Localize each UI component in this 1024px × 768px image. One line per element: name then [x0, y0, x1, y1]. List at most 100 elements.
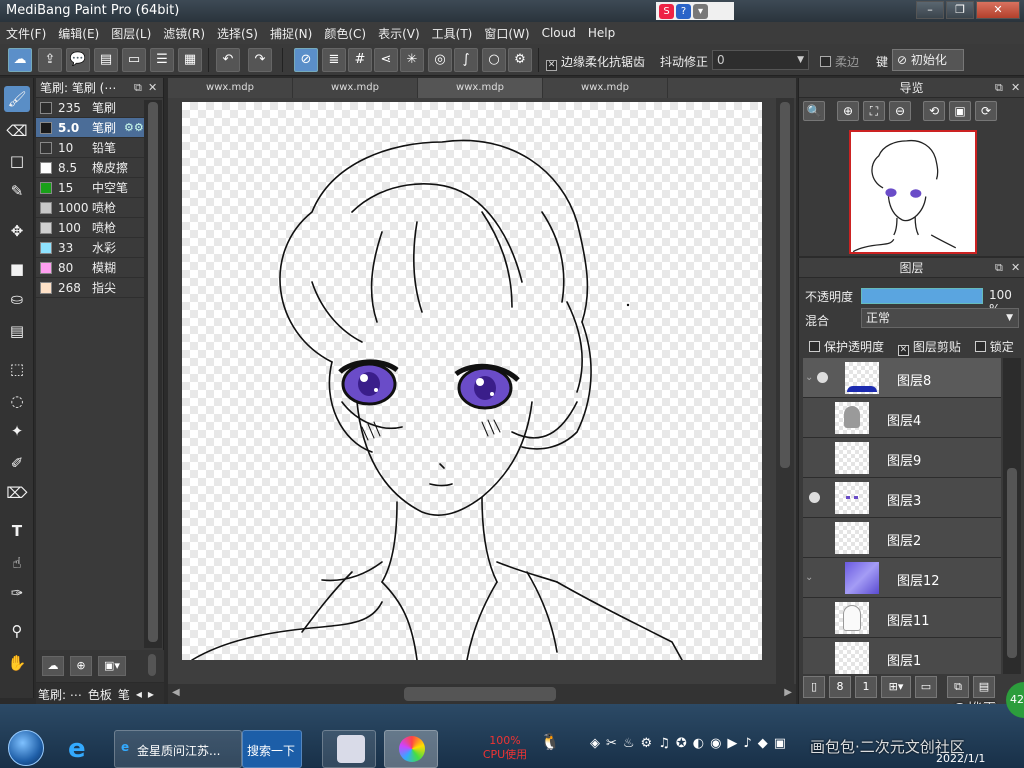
visibility-eye-icon[interactable]: [809, 492, 820, 503]
scroll-left-icon[interactable]: ◀: [172, 687, 180, 698]
move-tool-icon[interactable]: ✥: [4, 218, 30, 244]
list-icon[interactable]: ☰: [150, 48, 174, 72]
reset-button[interactable]: ⊘ 初始化: [892, 49, 964, 71]
system-tray-icons[interactable]: ◈✂♨⚙♫✪◐◉▶♪◆▣: [590, 736, 792, 751]
folder-icon[interactable]: ▭: [915, 676, 937, 698]
zoom-in-icon[interactable]: ⊕: [837, 101, 859, 121]
blend-mode-select[interactable]: 正常 ▼: [861, 308, 1019, 328]
document-tab[interactable]: wwx.mdp: [168, 78, 293, 98]
undo-icon[interactable]: ↶: [216, 48, 240, 72]
antialias-checkbox[interactable]: ✕: [546, 60, 557, 71]
soft-edge-checkbox[interactable]: [820, 56, 831, 67]
divide-tool-icon[interactable]: ✑: [4, 580, 30, 606]
menu-layer[interactable]: 图层(L): [105, 25, 157, 42]
menu-cloud[interactable]: Cloud: [536, 26, 582, 40]
no-snap-icon[interactable]: ⊘: [294, 48, 318, 72]
brush-list-scrollbar[interactable]: [144, 100, 162, 648]
protect-alpha-checkbox[interactable]: [809, 341, 820, 352]
clipping-checkbox[interactable]: ✕: [897, 345, 909, 356]
menu-snap[interactable]: 捕捉(N): [264, 25, 318, 42]
menu-view[interactable]: 表示(V): [372, 25, 426, 42]
add-brush-icon[interactable]: ⊕: [70, 656, 92, 676]
detach-icon[interactable]: ⧉: [134, 78, 142, 98]
visibility-eye-icon[interactable]: [817, 372, 828, 383]
close-icon[interactable]: ✕: [1011, 78, 1020, 98]
tab-scroll-right-icon[interactable]: ▸: [148, 687, 154, 701]
windows-start-icon[interactable]: [8, 730, 44, 766]
antialias-toggle[interactable]: ✕ 边缘柔化抗锯齿: [546, 53, 645, 71]
canvas-vscroll-thumb[interactable]: [780, 102, 790, 468]
brush-item-selected[interactable]: 5.0 笔刷 ⚙⚙: [36, 118, 144, 138]
text-tool-icon[interactable]: T: [4, 518, 30, 544]
maximize-button[interactable]: ❐: [946, 1, 974, 19]
brush-item[interactable]: 100 喷枪: [36, 218, 144, 238]
layer-row[interactable]: 图层11: [803, 598, 1001, 638]
taskbar-app-medibang[interactable]: [384, 730, 438, 768]
taskbar-search[interactable]: 搜索一下: [242, 730, 302, 768]
snap-settings-icon[interactable]: ⚙: [508, 48, 532, 72]
cloud-brush-icon[interactable]: ☁: [42, 656, 64, 676]
new-8bit-layer-icon[interactable]: 8: [829, 676, 851, 698]
close-icon[interactable]: ✕: [148, 78, 157, 98]
opacity-slider[interactable]: [861, 288, 983, 304]
ime-menu-icon[interactable]: ▾: [693, 3, 708, 19]
concentric-snap-icon[interactable]: ◎: [428, 48, 452, 72]
canvas-hscroll-thumb[interactable]: [404, 687, 556, 701]
scroll-right-icon[interactable]: ▶: [784, 687, 792, 698]
select-pen-icon[interactable]: ✐: [4, 450, 30, 476]
detach-icon[interactable]: ⧉: [995, 258, 1003, 278]
ie-browser-icon[interactable]: e: [68, 734, 102, 764]
menu-file[interactable]: 文件(F): [0, 25, 52, 42]
chat-icon[interactable]: ▤: [94, 48, 118, 72]
brush-tool-icon[interactable]: 🖌: [4, 86, 30, 112]
layer-row[interactable]: 图层4: [803, 398, 1001, 438]
close-icon[interactable]: ✕: [1011, 258, 1020, 278]
grid-settings-icon[interactable]: ▦: [178, 48, 202, 72]
lasso-tool-icon[interactable]: ◌: [4, 388, 30, 414]
brush-item[interactable]: 8.5 橡皮擦: [36, 158, 144, 178]
cloud-icon[interactable]: ☁: [8, 48, 32, 72]
select-rect-tool-icon[interactable]: ⬚: [4, 356, 30, 382]
gradient-tool-icon[interactable]: ▤: [4, 318, 30, 344]
layer-row[interactable]: 图层2: [803, 518, 1001, 558]
magic-wand-icon[interactable]: ✦: [4, 418, 30, 444]
menu-color[interactable]: 颜色(C): [318, 25, 372, 42]
layer-row[interactable]: ⌄ 图层12: [803, 558, 1001, 598]
curve-snap-icon[interactable]: ∫: [454, 48, 478, 72]
rectangle-tool-icon[interactable]: □: [4, 148, 30, 174]
brush-item[interactable]: 1000 喷枪: [36, 198, 144, 218]
stabilizer-select[interactable]: 0 ▼: [712, 50, 809, 70]
layer-list-scroll-thumb[interactable]: [1007, 468, 1017, 658]
fill-rect-tool-icon[interactable]: ■: [4, 256, 30, 282]
operation-tool-icon[interactable]: ☝: [4, 550, 30, 576]
grid-snap-icon[interactable]: #: [348, 48, 372, 72]
document-tab[interactable]: wwx.mdp: [293, 78, 418, 98]
parallel-snap-icon[interactable]: ≣: [322, 48, 346, 72]
canvas-vertical-scrollbar[interactable]: [776, 98, 794, 684]
fit-window-icon[interactable]: ▣: [949, 101, 971, 121]
brush-menu-icon[interactable]: ▣▾: [98, 656, 126, 676]
sogou-icon[interactable]: S: [659, 3, 674, 19]
perspective-snap-icon[interactable]: ⋖: [374, 48, 398, 72]
lock-checkbox[interactable]: [974, 341, 986, 352]
menu-help[interactable]: Help: [582, 26, 621, 40]
soft-edge-toggle[interactable]: 柔边: [820, 53, 859, 70]
taskbar-app-news[interactable]: e 金星质问江苏...: [114, 730, 242, 768]
duplicate-layer-icon[interactable]: ⧉: [947, 676, 969, 698]
brush-item[interactable]: 10 铅笔: [36, 138, 144, 158]
share-icon[interactable]: ⇪: [38, 48, 62, 72]
brush-list-scroll-thumb[interactable]: [148, 102, 158, 642]
select-eraser-icon[interactable]: ⌦: [4, 480, 30, 506]
brush-item[interactable]: 33 水彩: [36, 238, 144, 258]
detach-icon[interactable]: ⧉: [995, 78, 1003, 98]
document-tab[interactable]: wwx.mdp: [543, 78, 668, 98]
redo-icon[interactable]: ↷: [248, 48, 272, 72]
close-button[interactable]: ✕: [976, 1, 1020, 19]
document-tab-active[interactable]: wwx.mdp: [418, 78, 543, 98]
eraser-tool-icon[interactable]: ⌫: [4, 118, 30, 144]
tab-scroll-left-icon[interactable]: ◂: [136, 687, 142, 701]
reset-rotate-icon[interactable]: ⟳: [975, 101, 997, 121]
fit-screen-icon[interactable]: ⛶: [863, 101, 885, 121]
tab-brush[interactable]: 笔刷: ⋯: [38, 686, 82, 703]
zoom-search-icon[interactable]: 🔍: [803, 101, 825, 121]
